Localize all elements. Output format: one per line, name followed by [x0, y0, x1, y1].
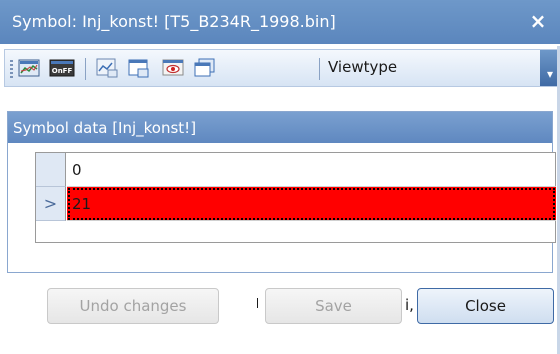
table-row-selected[interactable]: > 21 [36, 187, 556, 221]
chevron-down-icon: ▾ [546, 67, 554, 81]
onoff-icon-text: OnFF [52, 67, 73, 75]
chart-view-icon-svg [18, 59, 40, 77]
toolbar: OnFF Viewtype ▾ [4, 49, 560, 87]
window-icon[interactable] [127, 57, 151, 79]
row-indicator-icon[interactable]: > [36, 187, 66, 221]
title-bar[interactable]: Symbol: Inj_konst! [T5_B234R_1998.bin] × [0, 0, 560, 44]
window-icon-svg [128, 59, 149, 78]
symbol-window: Symbol: Inj_konst! [T5_B234R_1998.bin] ×… [0, 0, 560, 354]
clipped-fragment-left [257, 294, 258, 312]
value-cell[interactable]: 21 [67, 187, 556, 221]
window-title: Symbol: Inj_konst! [T5_B234R_1998.bin] [12, 12, 336, 31]
symbol-data-panel: Symbol data [Inj_konst!] 0 > 21 [7, 111, 556, 273]
chart-view-icon[interactable] [17, 57, 41, 79]
undo-changes-button[interactable]: Undo changes [47, 288, 219, 324]
value-cell[interactable]: 0 [67, 153, 556, 187]
toolbar-grip[interactable] [10, 60, 13, 78]
viewtype-dropdown[interactable]: Viewtype [328, 58, 397, 76]
onoff-icon-svg: OnFF [49, 59, 75, 77]
data-grid[interactable]: 0 > 21 [35, 152, 556, 243]
clipped-fragment-mid: i, [405, 296, 414, 314]
table-row[interactable]: 0 [36, 153, 556, 187]
graph-icon[interactable] [95, 57, 119, 79]
onoff-icon[interactable]: OnFF [47, 57, 77, 79]
toolbar-separator-2 [319, 58, 320, 80]
close-button[interactable]: Close [417, 288, 554, 324]
copy-window-icon[interactable] [193, 57, 217, 79]
graph-icon-svg [96, 58, 118, 78]
row-header[interactable] [36, 153, 66, 187]
toolbar-separator [85, 58, 86, 80]
close-window-icon[interactable]: × [528, 9, 548, 33]
eye-icon[interactable] [161, 57, 185, 79]
save-button[interactable]: Save [265, 288, 402, 324]
eye-icon-svg [162, 59, 184, 76]
copy-window-icon-svg [194, 58, 215, 77]
panel-header: Symbol data [Inj_konst!] [8, 112, 552, 143]
